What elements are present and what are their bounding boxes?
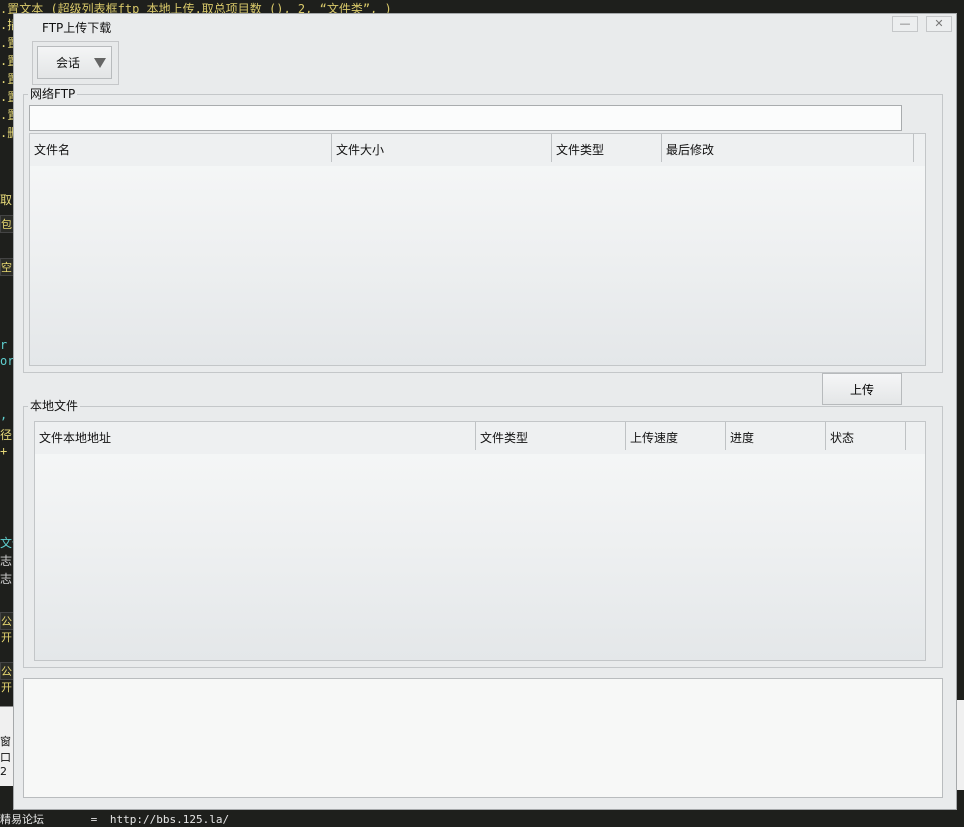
ftp-window: FTP上传下载 — ✕ 会话 网络FTP 文件名 文件大小 文件类型 最后修改 …	[13, 13, 957, 810]
background-panel: 窗口 2	[0, 706, 14, 786]
log-textarea[interactable]	[23, 678, 943, 798]
local-group-label: 本地文件	[28, 399, 81, 413]
background-cell: 公开	[0, 662, 14, 694]
background-code-fragment: +	[0, 444, 8, 458]
background-tab: 窗口	[0, 735, 11, 764]
column-header-filesize[interactable]: 文件大小	[332, 134, 552, 162]
session-dropdown-button[interactable]: 会话	[37, 46, 112, 79]
remote-group-label: 网络FTP	[28, 87, 78, 101]
background-footer: 精易论坛 = http://bbs.125.la/	[0, 811, 230, 826]
background-code-fragment: r	[0, 338, 8, 352]
background-cell: 包	[0, 215, 14, 233]
background-cell: 空	[0, 258, 14, 276]
close-button[interactable]: ✕	[926, 16, 952, 32]
background-code-fragment: 志	[0, 572, 13, 586]
background-code-fragment: 取	[0, 193, 13, 207]
background-code-fragment: 径	[0, 428, 13, 442]
column-header-modified[interactable]: 最后修改	[662, 134, 914, 162]
local-file-list[interactable]: 文件本地地址 文件类型 上传速度 进度 状态	[34, 421, 926, 661]
window-title: FTP上传下载	[42, 21, 112, 35]
column-header-local-path[interactable]: 文件本地地址	[35, 422, 476, 450]
footer-url: http://bbs.125.la/	[109, 813, 230, 826]
minimize-icon: —	[899, 17, 911, 30]
column-header-status[interactable]: 状态	[826, 422, 906, 450]
chevron-down-icon	[94, 58, 106, 68]
column-header-upload-speed[interactable]: 上传速度	[626, 422, 726, 450]
remote-list-header: 文件名 文件大小 文件类型 最后修改	[30, 134, 925, 166]
remote-file-list[interactable]: 文件名 文件大小 文件类型 最后修改	[29, 133, 926, 366]
session-panel: 会话	[32, 41, 119, 85]
background-tab: 2	[0, 765, 7, 778]
column-header-filetype[interactable]: 文件类型	[476, 422, 626, 450]
close-icon: ✕	[934, 17, 944, 30]
column-header-filetype[interactable]: 文件类型	[552, 134, 662, 162]
footer-eq: =	[90, 813, 98, 826]
remote-path-input[interactable]	[29, 105, 902, 131]
footer-label: 精易论坛	[0, 813, 44, 826]
background-code-fragment: 志	[0, 554, 13, 568]
column-header-filename[interactable]: 文件名	[30, 134, 332, 162]
upload-button[interactable]: 上传	[822, 373, 902, 405]
background-cell: 公开	[0, 612, 14, 644]
session-label: 会话	[56, 56, 81, 70]
minimize-button[interactable]: —	[892, 16, 918, 32]
local-list-header: 文件本地地址 文件类型 上传速度 进度 状态	[35, 422, 925, 454]
column-header-progress[interactable]: 进度	[726, 422, 826, 450]
